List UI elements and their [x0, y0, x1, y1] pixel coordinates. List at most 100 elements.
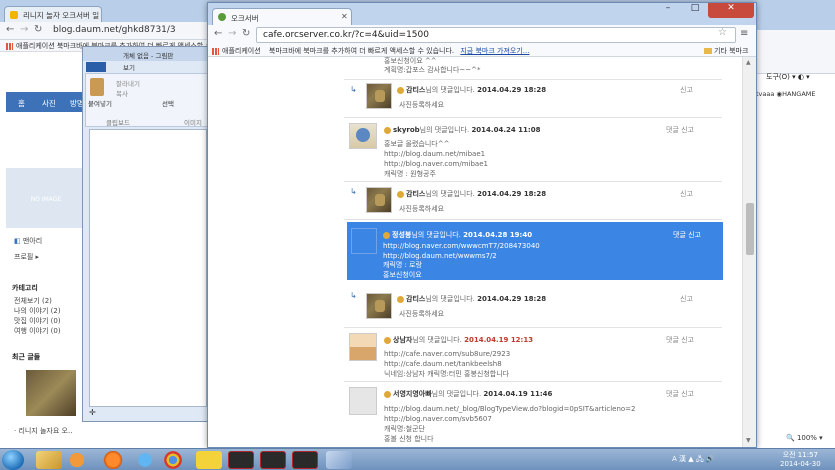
bg-tab-blog[interactable]: 리니지 놀자 오크서버 일 — [4, 6, 102, 22]
paint-tab-view[interactable]: 보기 — [123, 62, 135, 72]
lineage-taskbar-icon[interactable] — [292, 451, 318, 469]
forward-icon[interactable]: → — [228, 28, 236, 39]
rt-toolbar — [752, 30, 835, 74]
comment-date: 2014.04.19 12:13 — [464, 336, 534, 344]
comment-user[interactable]: 상남자 — [393, 336, 412, 344]
paint-ribbon: 붙여넣기 잘라내기 복사 선택 클립보드 이미지 — [85, 73, 209, 127]
comment-user[interactable]: 감티스 — [406, 190, 425, 198]
clipboard-group-label: 클립보드 — [106, 119, 130, 127]
scroll-down-icon[interactable]: ▼ — [746, 437, 751, 444]
comment-body: 사진등록하세요 — [399, 310, 445, 318]
comment-header: 감티스님의 댓글입니다. 2014.04.29 18:28 — [397, 85, 546, 95]
apps-icon[interactable] — [212, 47, 219, 55]
main-bookmarks-bar: 애플리케이션 북마크바에 북마크를 추가하여 더 빠르게 액세스할 수 있습니다… — [208, 45, 756, 57]
comment-user[interactable]: 서영지영아빠 — [393, 390, 432, 398]
minimize-button[interactable]: – — [654, 3, 682, 18]
comment-date: 2014.04.29 18:28 — [477, 295, 547, 303]
recent-post-link[interactable]: · 리니지 놀자요 오.. — [14, 426, 72, 436]
cut-label[interactable]: 잘라내기 — [116, 78, 140, 88]
avatar[interactable] — [366, 293, 392, 319]
menu-icon[interactable]: ≡ — [740, 28, 748, 39]
blog-profile-link[interactable]: 프로필 ▸ — [14, 252, 39, 262]
chrome-taskbar-icon[interactable] — [160, 451, 186, 469]
comment-actions[interactable]: 댓글 신고 — [666, 125, 694, 135]
comment-user[interactable]: skyrob — [393, 126, 420, 134]
comment-body: http://blog.naver.com/wwwcmT7/208473040 … — [383, 242, 540, 279]
explorer-taskbar-icon[interactable] — [36, 451, 62, 469]
category-item[interactable]: 맛집 이야기 (0) — [14, 316, 61, 326]
paste-label[interactable]: 붙여넣기 — [88, 98, 112, 108]
rt-tools-menu[interactable]: 도구(O) ▾ ◐ ▾ — [766, 72, 810, 82]
comment-user[interactable]: 감티스 — [406, 295, 425, 303]
paste-icon[interactable] — [90, 78, 104, 96]
orange-app-taskbar-icon[interactable] — [100, 451, 126, 469]
copy-label[interactable]: 복사 — [116, 88, 128, 98]
other-bookmarks[interactable]: 기타 북마크 — [704, 46, 748, 56]
window-controls: – □ ✕ — [654, 3, 756, 19]
system-tray[interactable]: A 漢 ▲ 🖧 🔊 — [672, 454, 715, 466]
paint-title: 개체 없음 - 그림판 — [83, 47, 211, 61]
rt-zoom[interactable]: 🔍 100% ▾ — [786, 434, 823, 442]
clock-time: 오전 11:57 — [782, 451, 818, 459]
avatar[interactable] — [366, 83, 392, 109]
comment-actions[interactable]: 댓글 신고 — [673, 230, 701, 240]
comment-body: 홍보글 올렸습니다^^ http://blog.daum.net/mibae1 … — [384, 140, 488, 178]
blog-nav-home[interactable]: 홈 — [18, 98, 25, 109]
bookmark-star-icon[interactable]: ☆ — [718, 27, 727, 38]
comment-actions[interactable]: 댓글 신고 — [666, 389, 694, 399]
main-tab[interactable]: 오크서버 ✕ — [212, 8, 352, 25]
reload-icon[interactable]: ↻ — [242, 28, 250, 39]
kakaotalk-taskbar-icon[interactable] — [196, 451, 222, 469]
forward-icon[interactable]: → — [20, 24, 28, 35]
selected-comment[interactable]: 정성봉님의 댓글입니다. 2014.04.28 19:40 댓글 신고 http… — [347, 222, 723, 280]
paint-file-menu[interactable] — [86, 62, 106, 72]
comment-date: 2014.04.29 18:28 — [477, 86, 547, 94]
avatar[interactable] — [349, 333, 377, 361]
avatar[interactable] — [366, 187, 392, 213]
blog-mynews[interactable]: ◧ 맨아리 — [14, 236, 42, 246]
top-text-2: 계획명:갑포스 감사합니다~~^* — [384, 66, 481, 74]
vertical-scrollbar[interactable]: ▲ ▼ — [742, 57, 756, 447]
import-bookmarks-link[interactable]: 지금 북마크 가져오기... — [460, 47, 529, 55]
paint-taskbar-icon[interactable] — [326, 451, 352, 469]
comment-user[interactable]: 감티스 — [406, 86, 425, 94]
comment-actions[interactable]: 댓글 신고 — [666, 335, 694, 345]
reload-icon[interactable]: ↻ — [34, 24, 42, 35]
lineage-taskbar-icon[interactable] — [260, 451, 286, 469]
comment-date: 2014.04.24 11:08 — [471, 126, 541, 134]
comment-actions[interactable]: 신고 — [680, 189, 693, 199]
internet-explorer-taskbar-icon[interactable] — [132, 451, 158, 469]
media-player-taskbar-icon[interactable] — [64, 451, 90, 469]
category-item[interactable]: 나의 이야기 (2) — [14, 306, 61, 316]
bg-url-field[interactable]: blog.daum.net/ghkd8731/3 — [50, 24, 210, 38]
comment-actions[interactable]: 신고 — [680, 85, 693, 95]
recent-posts-title: 최근 글들 — [12, 353, 41, 361]
comment-user[interactable]: 정성봉 — [392, 231, 411, 239]
close-button[interactable]: ✕ — [708, 3, 754, 18]
maximize-button[interactable]: □ — [682, 3, 708, 18]
lineage-taskbar-icon[interactable] — [228, 451, 254, 469]
paint-canvas[interactable] — [89, 129, 207, 407]
rt-logos[interactable]: tvaaa ◉HANGAME — [756, 90, 835, 100]
address-bar[interactable]: cafe.orcserver.co.kr/?c=4&uid=1500 — [256, 27, 736, 43]
comment-actions[interactable]: 신고 — [680, 294, 693, 304]
apps-icon[interactable] — [6, 42, 13, 50]
clock[interactable]: 오전 11:57 2014-04-30 — [780, 451, 821, 469]
back-icon[interactable]: ← — [214, 28, 222, 39]
category-item[interactable]: 전체보기 (2) — [14, 296, 52, 306]
avatar[interactable] — [349, 387, 377, 415]
scroll-up-icon[interactable]: ▲ — [746, 59, 751, 66]
start-button[interactable] — [2, 450, 24, 470]
tab-close-icon[interactable]: ✕ — [341, 12, 348, 21]
avatar[interactable] — [351, 228, 377, 254]
blog-nav-photo[interactable]: 사진 — [42, 98, 56, 109]
select-label[interactable]: 선택 — [162, 98, 174, 108]
recent-post-thumbnail[interactable] — [26, 370, 76, 416]
comment-header: 상남자님의 댓글입니다. 2014.04.19 12:13 — [384, 335, 533, 345]
bookmarks-apps[interactable]: 애플리케이션 — [222, 47, 261, 55]
back-icon[interactable]: ← — [6, 24, 14, 35]
category-item[interactable]: 여행 이야기 (0) — [14, 326, 61, 336]
scrollbar-thumb[interactable] — [746, 203, 754, 255]
avatar[interactable] — [349, 123, 377, 149]
cafe-comments-lower: ↳ 감티스님의 댓글입니다. 2014.04.29 18:28 신고 사진등록하… — [208, 283, 742, 447]
